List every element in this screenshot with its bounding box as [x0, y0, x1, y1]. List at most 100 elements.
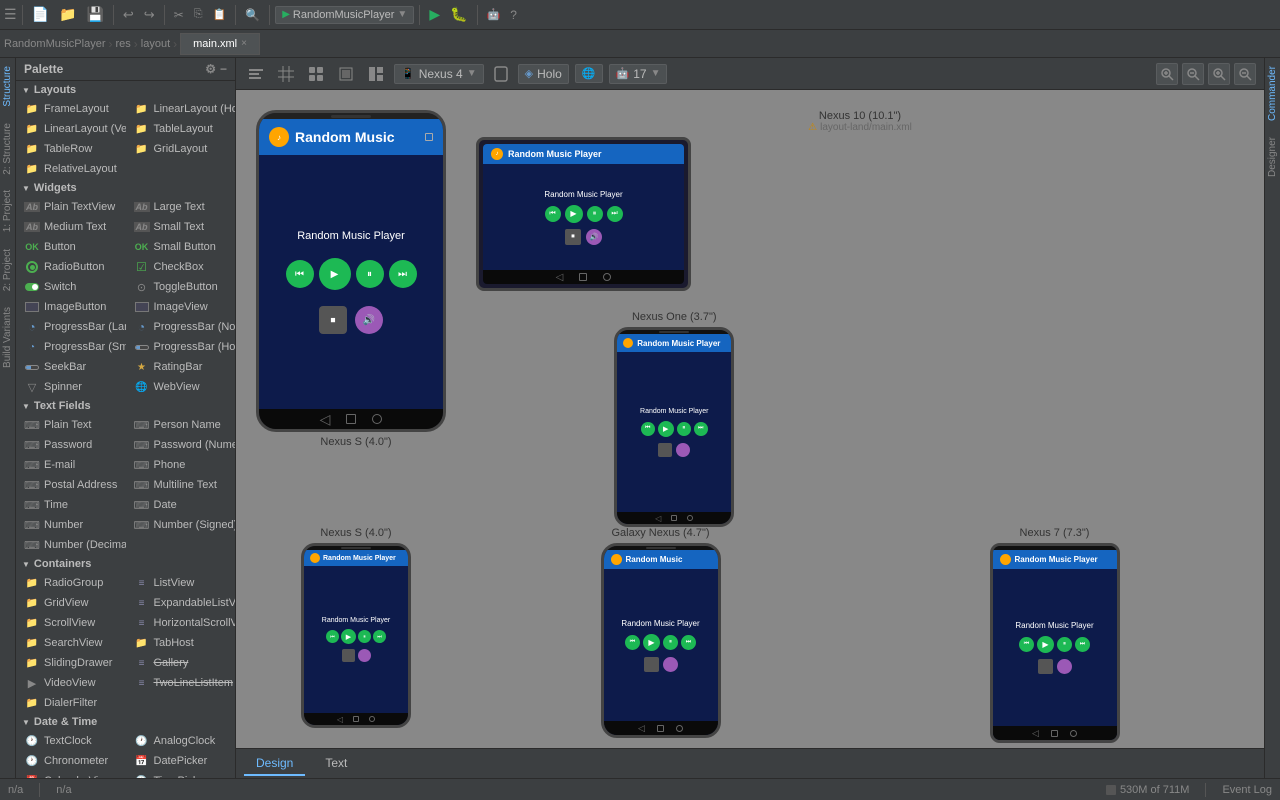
palette-item-textclock[interactable]: 🕐 TextClock: [16, 731, 126, 751]
palette-item-progressbar-small[interactable]: ◔ ProgressBar (Small): [16, 337, 126, 357]
palette-item-timepicker[interactable]: 🕐 TimePicker: [126, 771, 236, 778]
palette-item-multiline[interactable]: ⌨ Multiline Text: [126, 475, 236, 495]
palette-item-number[interactable]: ⌨ Number: [16, 515, 126, 535]
palette-section-layouts-header[interactable]: ▼ Layouts: [16, 81, 235, 99]
palette-item-small-text[interactable]: Ab Small Text: [126, 217, 236, 237]
palette-item-gridlayout[interactable]: 📁 GridLayout: [126, 139, 236, 159]
crumb-layout[interactable]: layout: [141, 38, 170, 50]
android-btn[interactable]: 🤖: [483, 6, 505, 23]
palette-item-number-signed[interactable]: ⌨ Number (Signed): [126, 515, 236, 535]
snap-btn[interactable]: [304, 64, 328, 84]
crumb-project[interactable]: RandomMusicPlayer: [4, 38, 105, 50]
portrait-btn[interactable]: [490, 64, 512, 84]
left-tab-project1[interactable]: 1: Project: [0, 182, 15, 240]
palette-item-searchview[interactable]: 📁 SearchView: [16, 633, 126, 653]
right-tab-designer[interactable]: Designer: [1265, 129, 1280, 185]
cut-btn[interactable]: ✂: [170, 6, 188, 24]
nexus7-device[interactable]: Random Music Player Random Music Player …: [990, 543, 1120, 743]
help-btn[interactable]: ?: [506, 6, 521, 24]
palette-item-expandable-listview[interactable]: ≡ ExpandableListView: [126, 593, 236, 613]
palette-item-progressbar-normal[interactable]: ◔ ProgressBar (Normal): [126, 317, 236, 337]
locale-selector[interactable]: 🌐: [575, 64, 603, 83]
palette-item-gallery[interactable]: ≡ Gallery: [126, 653, 236, 673]
palette-item-gridview[interactable]: 📁 GridView: [16, 593, 126, 613]
palette-item-calendarview[interactable]: 📅 CalendarView: [16, 771, 126, 778]
palette-item-framelayout[interactable]: 📁 FrameLayout: [16, 99, 126, 119]
palette-section-textfields-header[interactable]: ▼ Text Fields: [16, 397, 235, 415]
palette-item-datepicker[interactable]: 📅 DatePicker: [126, 751, 236, 771]
palette-item-webview[interactable]: 🌐 WebView: [126, 377, 236, 397]
save-btn[interactable]: 💾: [82, 4, 107, 25]
project-selector[interactable]: RandomMusicPlayer: [293, 9, 394, 21]
palette-item-date-field[interactable]: ⌨ Date: [126, 495, 236, 515]
app-menu-icon[interactable]: ☰: [4, 6, 17, 23]
zoom-actual-btn[interactable]: [1182, 63, 1204, 85]
palette-item-scrollview[interactable]: 📁 ScrollView: [16, 613, 126, 633]
palette-item-videoview[interactable]: ▶ VideoView: [16, 673, 126, 693]
api-selector[interactable]: 🤖 17 ▼: [609, 64, 668, 84]
zoom-out-btn[interactable]: [1234, 63, 1256, 85]
palette-item-time-field[interactable]: ⌨ Time: [16, 495, 126, 515]
nexus10-tablet[interactable]: ♪ Random Music Player Random Music Playe…: [476, 137, 691, 291]
palette-item-large-text[interactable]: Ab Large Text: [126, 197, 236, 217]
palette-item-dialerfilter[interactable]: 📁 DialerFilter: [16, 693, 126, 713]
zoom-fit-btn[interactable]: [1156, 63, 1178, 85]
palette-item-radiogroup[interactable]: 📁 RadioGroup: [16, 573, 126, 593]
theme-selector[interactable]: ◈ Holo: [518, 64, 569, 84]
palette-item-button[interactable]: OK Button: [16, 237, 126, 257]
palette-item-linearlayout-v[interactable]: 📁 LinearLayout (Vertical): [16, 119, 126, 139]
run-btn[interactable]: ▶: [425, 4, 444, 25]
palette-item-togglebutton[interactable]: ⊙ ToggleButton: [126, 277, 236, 297]
palette-item-seekbar[interactable]: SeekBar: [16, 357, 126, 377]
palette-item-tablelayout[interactable]: 📁 TableLayout: [126, 119, 236, 139]
palette-item-switch[interactable]: Switch: [16, 277, 126, 297]
canvas-area[interactable]: ♪ Random Music Random Music Player ⏮: [236, 90, 1264, 748]
palette-item-number-decimal[interactable]: ⌨ Number (Decimal): [16, 535, 126, 555]
file-tab-close[interactable]: ×: [241, 38, 247, 49]
palette-item-tabhost[interactable]: 📁 TabHost: [126, 633, 236, 653]
left-tab-2project[interactable]: 2: Project: [0, 241, 15, 299]
palette-item-horizontal-scrollview[interactable]: ≡ HorizontalScrollView: [126, 613, 236, 633]
left-tab-project2[interactable]: 2: Structure: [0, 115, 15, 183]
palette-item-password[interactable]: ⌨ Password: [16, 435, 126, 455]
palette-item-phone[interactable]: ⌨ Phone: [126, 455, 236, 475]
palette-item-plain-text[interactable]: ⌨ Plain Text: [16, 415, 126, 435]
crumb-res[interactable]: res: [115, 38, 130, 50]
palette-item-medium-text[interactable]: Ab Medium Text: [16, 217, 126, 237]
palette-close-icon[interactable]: −: [220, 62, 227, 76]
align-left-btn[interactable]: [244, 64, 268, 84]
palette-item-twolinelistitem[interactable]: ≡ TwoLineListItem: [126, 673, 236, 693]
paste-btn[interactable]: 📋: [209, 6, 231, 23]
palette-item-small-button[interactable]: OK Small Button: [126, 237, 236, 257]
palette-item-progressbar-h[interactable]: ProgressBar (Horizontal): [126, 337, 236, 357]
palette-item-imagebutton[interactable]: ImageButton: [16, 297, 126, 317]
palette-section-containers-header[interactable]: ▼ Containers: [16, 555, 235, 573]
zoom-in-btn[interactable]: [1208, 63, 1230, 85]
palette-item-postal[interactable]: ⌨ Postal Address: [16, 475, 126, 495]
open-btn[interactable]: 📁: [55, 4, 80, 25]
redo-btn[interactable]: ↪: [140, 5, 159, 25]
palette-item-listview[interactable]: ≡ ListView: [126, 573, 236, 593]
galaxy-nexus-device[interactable]: Random Music Random Music Player ⏮ ▶ ⏸ ⏭: [601, 543, 721, 738]
find-btn[interactable]: 🔍: [241, 6, 264, 24]
palette-item-person-name[interactable]: ⌨ Person Name: [126, 415, 236, 435]
grid-toggle-btn[interactable]: [274, 64, 298, 84]
new-btn[interactable]: 📄: [28, 4, 53, 25]
main-phone-device[interactable]: ♪ Random Music Random Music Player ⏮: [256, 110, 446, 432]
palette-item-progressbar-large[interactable]: ◔ ProgressBar (Large): [16, 317, 126, 337]
event-log-link[interactable]: Event Log: [1222, 784, 1272, 796]
palette-item-relativelayout[interactable]: 📁 RelativeLayout: [16, 159, 126, 179]
palette-settings-icon[interactable]: ⚙: [205, 62, 216, 76]
nexus-s-device[interactable]: Random Music Player Random Music Player …: [301, 543, 411, 728]
palette-item-password-numeric[interactable]: ⌨ Password (Numeric): [126, 435, 236, 455]
palette-item-email[interactable]: ⌨ E-mail: [16, 455, 126, 475]
layout-view-btn[interactable]: [364, 64, 388, 84]
copy-btn[interactable]: ⎘: [190, 6, 207, 23]
palette-item-imageview[interactable]: ImageView: [126, 297, 236, 317]
file-tab-main-xml[interactable]: main.xml ×: [180, 33, 260, 55]
debug-btn[interactable]: 🐛: [446, 4, 471, 25]
right-tab-commander[interactable]: Commander: [1265, 58, 1280, 129]
device-selector[interactable]: 📱 Nexus 4 ▼: [394, 64, 484, 84]
design-tab[interactable]: Design: [244, 752, 305, 776]
palette-item-slidingdrawer[interactable]: 📁 SlidingDrawer: [16, 653, 126, 673]
